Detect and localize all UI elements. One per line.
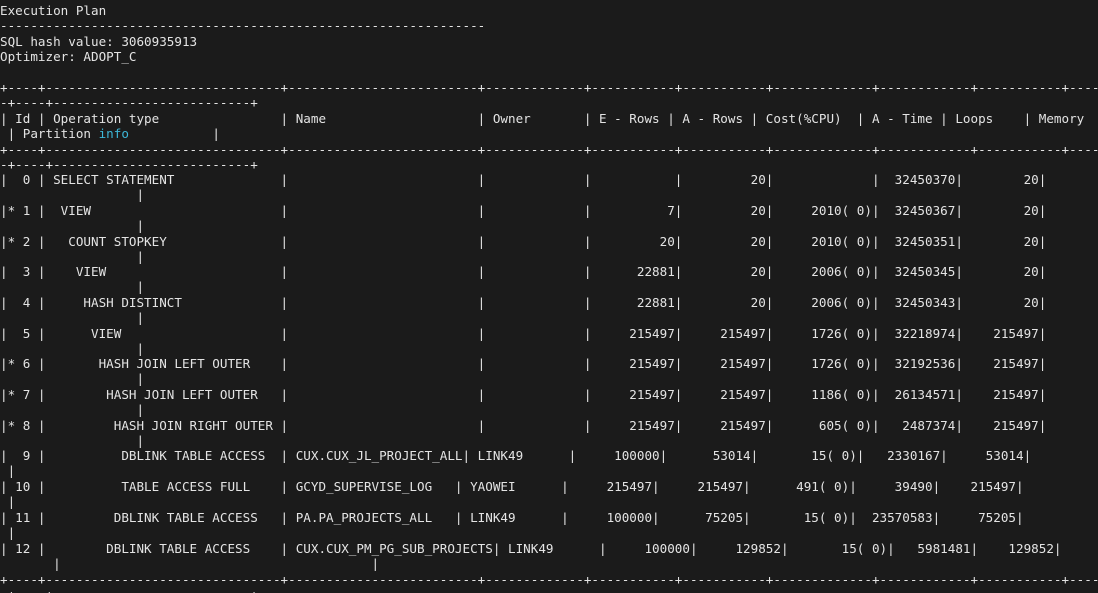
plan-row-6: |* 6 | HASH JOIN LEFT OUTER | | | 215497…: [0, 356, 1047, 371]
plan-row-2-wrap: |: [0, 249, 145, 264]
plan-row-11-wrap: |: [0, 525, 16, 540]
plan-row-8-wrap: |: [0, 433, 145, 448]
table-border-bottom: +----+-------------------------------+--…: [0, 572, 1098, 587]
table-header-row-wrap: | Partition info |: [0, 126, 220, 141]
title-underline: ----------------------------------------…: [0, 18, 486, 33]
plan-row-3: | 3 | VIEW | | | 22881| 20| 2006( 0)| 32…: [0, 264, 1047, 279]
plan-row-5: | 5 | VIEW | | | 215497| 215497| 1726( 0…: [0, 326, 1047, 341]
plan-row-0: | 0 | SELECT STATEMENT | | | | 20| | 324…: [0, 172, 1047, 187]
plan-row-3-wrap: |: [0, 279, 145, 294]
table-header-row: | Id | Operation type | Name | Owner | E…: [0, 111, 1085, 126]
plan-row-12-wrap: | |: [0, 556, 380, 571]
plan-row-11: | 11 | DBLINK TABLE ACCESS | PA.PA_PROJE…: [0, 510, 1024, 525]
plan-row-4: | 4 | HASH DISTINCT | | | 22881| 20| 200…: [0, 295, 1047, 310]
sql-hash-line: SQL hash value: 3060935913: [0, 34, 198, 49]
plan-row-7-wrap: |: [0, 402, 145, 417]
terminal-window[interactable]: Execution Plan -------------------------…: [0, 0, 1098, 593]
table-border-mid-wrap: -+----+--------------------------+: [0, 157, 258, 172]
plan-row-12: | 12 | DBLINK TABLE ACCESS | CUX.CUX_PM_…: [0, 541, 1062, 556]
header-info-highlight: info: [98, 126, 129, 141]
plan-row-8: |* 8 | HASH JOIN RIGHT OUTER | | | 21549…: [0, 418, 1047, 433]
plan-row-0-wrap: |: [0, 187, 145, 202]
header-partition-text: | Partition: [0, 126, 99, 141]
table-border-top: +----+-------------------------------+--…: [0, 80, 1098, 95]
plan-row-6-wrap: |: [0, 371, 145, 386]
table-border-bottom-wrap: -+----+--------------------------+: [0, 587, 258, 593]
plan-row-1: |* 1 | VIEW | | | 7| 20| 2010( 0)| 32450…: [0, 203, 1047, 218]
plan-row-7: |* 7 | HASH JOIN LEFT OUTER | | | 215497…: [0, 387, 1047, 402]
plan-row-5-wrap: |: [0, 341, 145, 356]
header-partition-end: |: [128, 126, 220, 141]
plan-row-9: | 9 | DBLINK TABLE ACCESS | CUX.CUX_JL_P…: [0, 448, 1032, 463]
table-border-top-wrap: -+----+--------------------------+: [0, 95, 258, 110]
plan-row-10-wrap: |: [0, 494, 16, 509]
plan-row-2: |* 2 | COUNT STOPKEY | | | 20| 20| 2010(…: [0, 234, 1047, 249]
plan-row-1-wrap: |: [0, 218, 145, 233]
plan-row-4-wrap: |: [0, 310, 145, 325]
plan-row-10: | 10 | TABLE ACCESS FULL | GCYD_SUPERVIS…: [0, 479, 1024, 494]
table-border-mid: +----+-------------------------------+--…: [0, 142, 1098, 157]
plan-row-9-wrap: |: [0, 463, 16, 478]
output-title: Execution Plan: [0, 3, 107, 18]
optimizer-line: Optimizer: ADOPT_C: [0, 49, 137, 64]
